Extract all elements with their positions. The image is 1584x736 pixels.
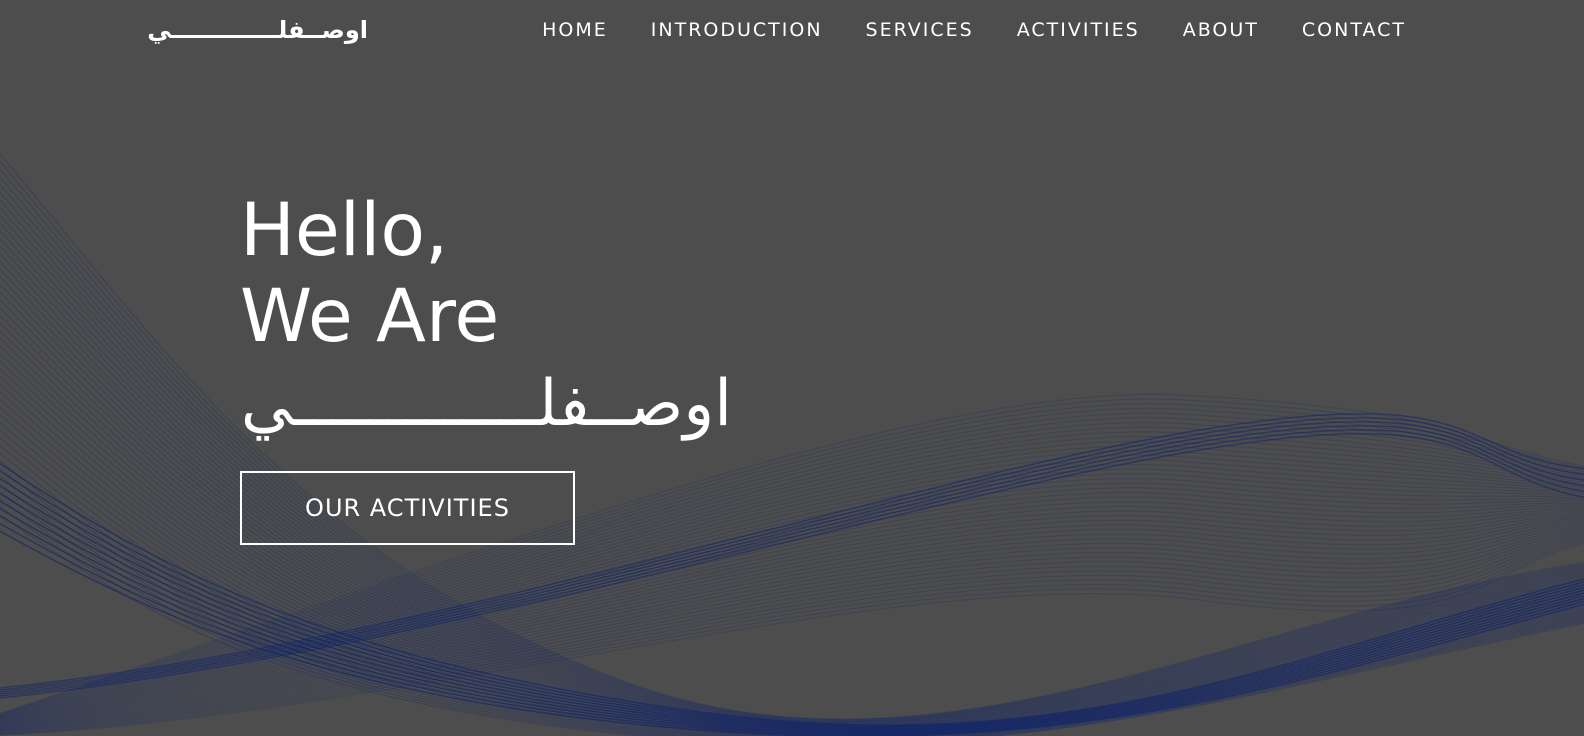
- nav-item-services: SERVICES: [866, 0, 974, 60]
- nav-item-contact: CONTACT: [1302, 0, 1406, 60]
- hero-headline: Hello, We Are اوصــفلـــــــــــــي: [240, 188, 800, 448]
- wave-line: [0, 496, 1584, 726]
- nav-link-services[interactable]: SERVICES: [866, 0, 974, 60]
- nav-link-contact[interactable]: CONTACT: [1302, 0, 1406, 60]
- hero-brand-name: اوصــفلـــــــــــــي: [240, 367, 732, 441]
- hero-greeting: Hello,: [240, 188, 449, 273]
- hero-subheading: We Are: [240, 274, 500, 359]
- brand-logo[interactable]: اوصــفلـــــــــــــي: [147, 10, 368, 50]
- nav-item-home: HOME: [542, 0, 608, 60]
- nav-link-home[interactable]: HOME: [542, 0, 608, 60]
- wave-line: [0, 454, 1584, 721]
- our-activities-button[interactable]: OUR ACTIVITIES: [240, 471, 575, 545]
- hero-section: اوصــفلـــــــــــــي HOME INTRODUCTION …: [0, 0, 1584, 736]
- top-navigation: اوصــفلـــــــــــــي HOME INTRODUCTION …: [0, 0, 1584, 60]
- nav-item-about: ABOUT: [1183, 0, 1259, 60]
- nav-link-activities[interactable]: ACTIVITIES: [1017, 0, 1140, 60]
- nav-item-activities: ACTIVITIES: [1017, 0, 1140, 60]
- nav-link-about[interactable]: ABOUT: [1183, 0, 1259, 60]
- nav-item-introduction: INTRODUCTION: [651, 0, 823, 60]
- nav-menu: HOME INTRODUCTION SERVICES ACTIVITIES AB…: [542, 0, 1406, 60]
- nav-link-introduction[interactable]: INTRODUCTION: [651, 0, 823, 60]
